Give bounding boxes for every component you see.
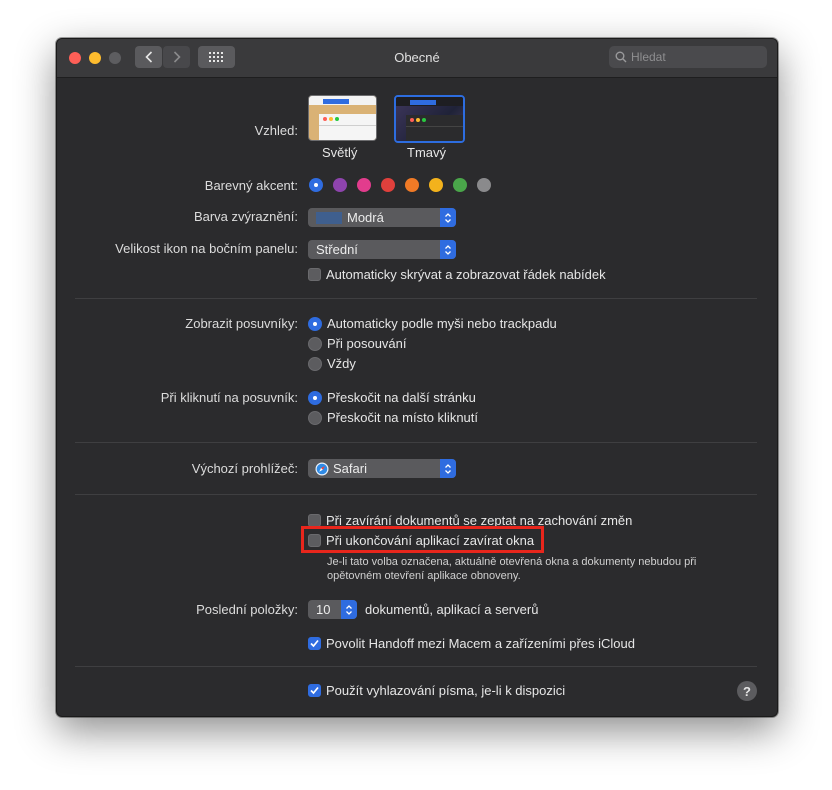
click-scrollbar-label: Při kliknutí na posuvník: — [160, 390, 298, 405]
highlight-color-popup[interactable]: Modrá — [308, 208, 456, 227]
default-browser-value: Safari — [333, 461, 367, 476]
search-field[interactable]: Hledat — [609, 46, 767, 68]
accent-color-label: Barevný akcent: — [204, 178, 298, 193]
sidebar-icon-size-label: Velikost ikon na bočním panelu: — [115, 241, 298, 256]
accent-swatch[interactable] — [453, 178, 467, 192]
recent-items-popup[interactable]: 10 — [308, 600, 357, 619]
accent-swatch[interactable] — [357, 178, 371, 192]
scrollbars-always-radio[interactable] — [308, 357, 322, 371]
recent-items-value: 10 — [316, 602, 331, 617]
highlight-box — [301, 526, 544, 553]
safari-icon — [315, 462, 329, 475]
accent-swatch[interactable] — [429, 178, 443, 192]
font-smoothing-label: Použít vyhlazování písma, je-li k dispoz… — [326, 683, 566, 698]
checkmark-icon — [310, 686, 319, 695]
default-browser-label: Výchozí prohlížeč: — [191, 461, 298, 476]
appearance-dark-thumbnail[interactable] — [394, 95, 465, 143]
click-next-page-label: Přeskočit na další stránku — [327, 390, 476, 405]
separator — [75, 666, 757, 667]
checkmark-icon — [310, 639, 319, 648]
popup-arrows-icon — [440, 240, 456, 259]
separator — [75, 494, 757, 495]
recent-items-label: Poslední položky: — [196, 602, 298, 617]
handoff-checkbox[interactable] — [308, 637, 321, 650]
highlight-color-value: Modrá — [347, 210, 384, 225]
accent-swatch[interactable] — [381, 178, 395, 192]
search-placeholder: Hledat — [631, 50, 666, 64]
popup-arrows-icon — [341, 600, 357, 619]
scrollbars-auto-radio[interactable] — [308, 317, 322, 331]
click-spot-radio[interactable] — [308, 411, 322, 425]
separator — [75, 298, 757, 299]
font-smoothing-checkbox[interactable] — [308, 684, 321, 697]
scrollbars-scrolling-label: Při posouvání — [327, 336, 407, 351]
accent-swatch[interactable] — [309, 178, 323, 192]
popup-arrows-icon — [440, 459, 456, 478]
default-browser-popup[interactable]: Safari — [308, 459, 456, 478]
show-scrollbars-label: Zobrazit posuvníky: — [185, 316, 298, 331]
appearance-light-label: Světlý — [322, 145, 358, 160]
selected-dot-icon — [314, 183, 318, 187]
auto-hide-menu-checkbox[interactable] — [308, 268, 321, 281]
highlight-color-swatch — [316, 211, 342, 224]
click-spot-label: Přeskočit na místo kliknutí — [327, 410, 478, 425]
sidebar-icon-size-popup[interactable]: Střední — [308, 240, 456, 259]
scrollbars-auto-label: Automaticky podle myši nebo trackpadu — [327, 316, 557, 331]
sidebar-icon-size-value: Střední — [316, 242, 358, 257]
search-icon — [615, 51, 627, 63]
appearance-light-thumbnail[interactable] — [308, 95, 377, 141]
accent-swatch[interactable] — [405, 178, 419, 192]
recent-items-suffix: dokumentů, aplikací a serverů — [365, 602, 539, 617]
appearance-dark-label: Tmavý — [407, 145, 446, 160]
highlight-color-label: Barva zvýraznění: — [193, 209, 298, 224]
click-next-page-radio[interactable] — [308, 391, 322, 405]
popup-arrows-icon — [440, 208, 456, 227]
title-bar: Obecné Hledat — [57, 39, 777, 78]
preferences-window: Obecné Hledat Vzhled: Světlý Tmavý Barev… — [56, 38, 778, 717]
accent-swatch[interactable] — [333, 178, 347, 192]
scrollbars-scrolling-radio[interactable] — [308, 337, 322, 351]
accent-swatch[interactable] — [477, 178, 491, 192]
close-windows-note-line2: opětovném otevření aplikace obnoveny. — [327, 570, 521, 582]
auto-hide-menu-label: Automaticky skrývat a zobrazovat řádek n… — [326, 267, 606, 282]
handoff-label: Povolit Handoff mezi Macem a zařízeními … — [326, 636, 635, 651]
close-windows-note-line1: Je-li tato volba označena, aktuálně otev… — [327, 556, 697, 568]
scrollbars-always-label: Vždy — [327, 356, 356, 371]
appearance-label: Vzhled: — [254, 123, 298, 138]
separator — [75, 442, 757, 443]
help-button[interactable]: ? — [737, 681, 757, 701]
